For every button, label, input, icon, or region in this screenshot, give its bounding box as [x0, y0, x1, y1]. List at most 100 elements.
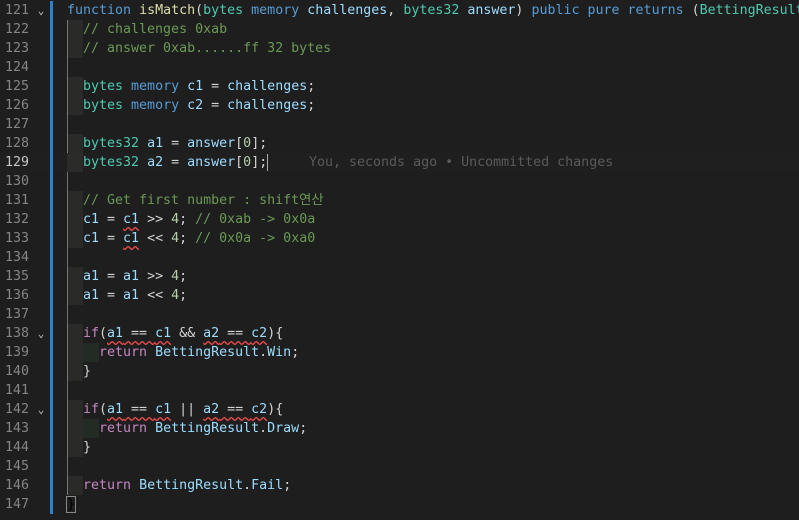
code-line[interactable]: 129 bytes32 a2 = answer[0]; You, seconds a… [0, 153, 799, 172]
code-line[interactable]: 141 [0, 381, 799, 400]
code-line[interactable]: 133 c1 = c1 << 4; // 0x0a -> 0xa0 [0, 229, 799, 248]
git-change-marker[interactable] [50, 39, 53, 58]
code-line[interactable]: 138 ⌄ if(a1 == c1 && a2 == c2){ [0, 324, 799, 343]
git-change-marker[interactable] [50, 77, 53, 96]
git-change-marker[interactable] [50, 210, 53, 229]
code-line[interactable]: 132 c1 = c1 >> 4; // 0xab -> 0x0a [0, 210, 799, 229]
code-token: bytes [83, 98, 124, 113]
git-change-marker[interactable] [50, 286, 53, 305]
git-change-marker[interactable] [50, 58, 53, 77]
code-line[interactable]: 121 ⌄ function isMatch(bytes memory challe… [0, 1, 799, 20]
code-line[interactable]: 125 bytes memory c1 = challenges; [0, 77, 799, 96]
git-change-marker[interactable] [50, 305, 53, 324]
git-change-marker[interactable] [50, 153, 53, 172]
code-line[interactable]: 126 bytes memory c2 = challenges; [0, 96, 799, 115]
code-line[interactable]: 146 return BettingResult.Fail; [0, 476, 799, 495]
indent-highlight [67, 267, 83, 286]
code-token: ]; [251, 155, 268, 170]
code-token: ; [307, 98, 316, 113]
code-line[interactable]: 135 a1 = a1 >> 4; [0, 267, 799, 286]
git-change-marker[interactable] [50, 96, 53, 115]
git-change-marker[interactable] [50, 495, 53, 514]
code-line[interactable]: 123 // answer 0xab......ff 32 bytes [0, 39, 799, 58]
code-token: . [259, 421, 268, 436]
git-change-marker[interactable] [50, 438, 53, 457]
git-change-marker[interactable] [50, 172, 53, 191]
code-line[interactable]: 127 [0, 115, 799, 134]
code-line[interactable]: 128 bytes32 a1 = answer[0]; [0, 134, 799, 153]
code-line[interactable]: 139 return BettingResult.Win; [0, 343, 799, 362]
code-text: bytes32 a2 = answer[0]; [67, 153, 269, 172]
code-line[interactable]: 124 [0, 58, 799, 77]
code-line[interactable]: 131 // Get first number : shift연산 [0, 191, 799, 210]
code-line[interactable]: 137 [0, 305, 799, 324]
git-change-marker[interactable] [50, 20, 53, 39]
code-token: a1 [83, 269, 100, 284]
fold-chevron-icon[interactable]: ⌄ [34, 324, 48, 343]
code-text: a1 = a1 >> 4; [67, 267, 187, 286]
code-token: return [83, 478, 132, 493]
code-line[interactable]: 134 [0, 248, 799, 267]
git-change-marker[interactable] [50, 115, 53, 134]
code-token: . [259, 345, 268, 360]
indent-highlight [67, 210, 83, 229]
git-change-marker[interactable] [50, 419, 53, 438]
git-change-marker[interactable] [50, 229, 53, 248]
code-token: memory [131, 79, 180, 94]
code-text: function isMatch(bytes memory challenges… [67, 1, 799, 20]
code-line[interactable]: 147} [0, 495, 799, 514]
code-token: ) [515, 3, 532, 18]
code-line[interactable]: 145 [0, 457, 799, 476]
git-change-marker[interactable] [50, 476, 53, 495]
code-token: c1 [187, 79, 204, 94]
code-line[interactable]: 122 // challenges 0xab [0, 20, 799, 39]
git-change-marker[interactable] [50, 381, 53, 400]
code-token: challenges [307, 3, 388, 18]
git-change-marker[interactable] [50, 1, 53, 20]
line-number: 143 [4, 421, 29, 436]
code-text: bytes memory c1 = challenges; [67, 77, 315, 96]
code-text: return BettingResult.Win; [67, 343, 299, 362]
code-token: } [65, 496, 77, 513]
code-token: ; [283, 478, 292, 493]
git-change-marker[interactable] [50, 400, 53, 419]
code-line[interactable]: 142 ⌄ if(a1 == c1 || a2 == c2){ [0, 400, 799, 419]
fold-chevron-icon[interactable]: ⌄ [34, 1, 48, 20]
git-change-marker[interactable] [50, 134, 53, 153]
code-token: ( [99, 402, 108, 417]
git-change-marker[interactable] [50, 362, 53, 381]
line-number: 145 [4, 459, 29, 474]
code-token: ; [179, 288, 188, 303]
fold-chevron-icon[interactable]: ⌄ [34, 400, 48, 419]
code-text: if(a1 == c1 || a2 == c2){ [67, 400, 283, 419]
line-number: 133 [4, 231, 29, 246]
git-change-marker[interactable] [50, 267, 53, 286]
code-line[interactable]: 144} [0, 438, 799, 457]
git-change-marker[interactable] [50, 248, 53, 267]
line-number: 128 [4, 136, 29, 151]
git-change-marker[interactable] [50, 191, 53, 210]
git-change-marker[interactable] [50, 457, 53, 476]
code-token: bytes [83, 79, 124, 94]
indent-highlight [67, 77, 83, 96]
code-token: c1 [155, 326, 172, 341]
git-change-marker[interactable] [50, 324, 53, 343]
code-token: , [387, 3, 404, 18]
code-line[interactable]: 143 return BettingResult.Draw; [0, 419, 799, 438]
code-editor[interactable]: 121 ⌄ function isMatch(bytes memory challe… [0, 0, 799, 520]
indent-highlight [67, 324, 83, 343]
code-token: == [123, 402, 156, 417]
git-change-marker[interactable] [50, 343, 53, 362]
indent-highlight [67, 286, 83, 305]
indent-highlight [67, 153, 83, 172]
code-line[interactable]: 130 [0, 172, 799, 191]
code-token: // Get first number : shift연산 [83, 193, 324, 208]
code-line[interactable]: 140} [0, 362, 799, 381]
code-text: a1 = a1 << 4; [67, 286, 187, 305]
line-number: 144 [4, 440, 29, 455]
code-line[interactable]: 136 a1 = a1 << 4; [0, 286, 799, 305]
code-token: a1 [107, 402, 124, 417]
